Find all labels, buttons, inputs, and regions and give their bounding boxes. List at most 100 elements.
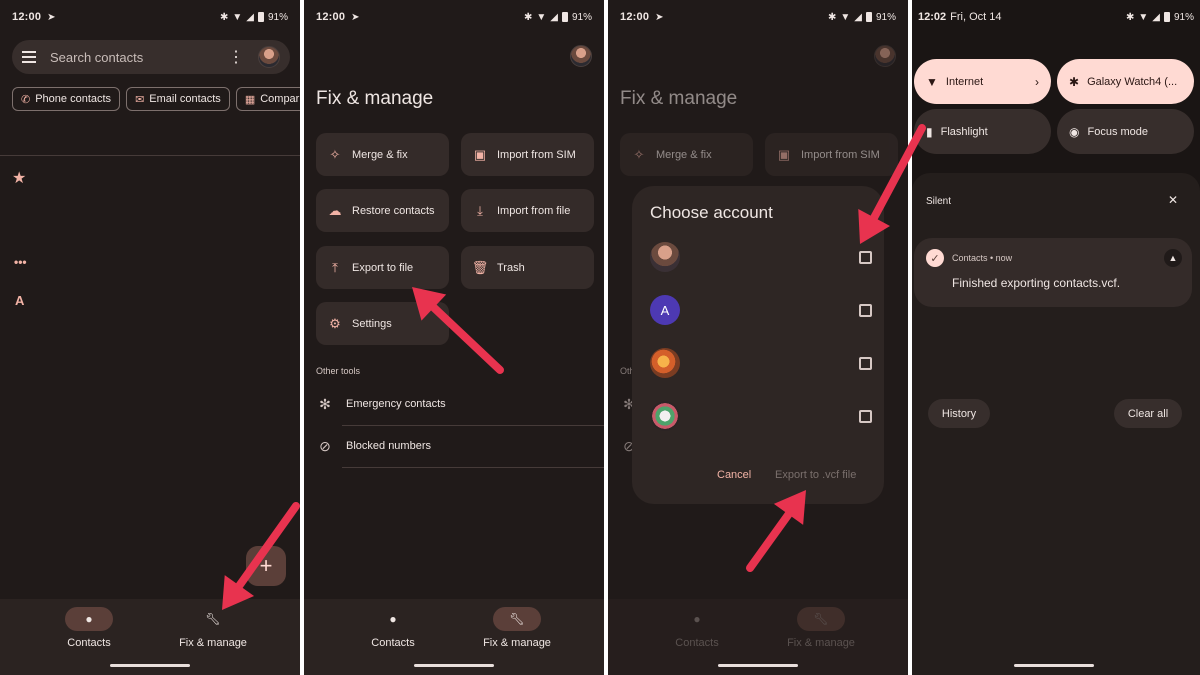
nav-contacts[interactable]: ● Contacts	[44, 607, 134, 649]
focus-mode-tile[interactable]: ◉ Focus mode	[1057, 109, 1194, 154]
home-indicator[interactable]	[110, 664, 190, 667]
internet-tile[interactable]: ▼ Internet ›	[914, 59, 1051, 104]
account-checkbox[interactable]	[859, 250, 872, 264]
add-contact-button[interactable]: +	[246, 546, 286, 586]
nav-label: Fix & manage	[179, 637, 247, 649]
filter-chips: ✆ Phone contacts ✉ Email contacts ▦ Compar	[12, 87, 300, 111]
battery-percent: 91%	[1173, 11, 1194, 23]
choose-account-screen: 12:00 ➤ ✱ ▼ ◢ 91% Fix & manage ✧ Merge & …	[608, 0, 908, 675]
asterisk-icon: ✻	[319, 395, 331, 412]
nav-contacts: ● Contacts	[652, 607, 742, 649]
import-sim-button[interactable]: ▣ Import from SIM	[461, 133, 594, 176]
chip-email-contacts[interactable]: ✉ Email contacts	[126, 87, 230, 111]
account-row[interactable]	[650, 348, 872, 378]
flashlight-tile[interactable]: ▮ Flashlight	[914, 109, 1051, 154]
wrench-icon: 🔧︎	[493, 607, 541, 631]
account-row[interactable]: A	[650, 295, 872, 325]
avatar	[650, 401, 680, 431]
sim-card-icon: ▣	[473, 146, 487, 162]
home-indicator[interactable]	[718, 664, 798, 667]
settings-button[interactable]: ⚙ Settings	[316, 302, 449, 345]
divider	[0, 155, 300, 156]
bluetooth-icon: ✱	[219, 11, 229, 23]
person-icon: ●	[65, 607, 113, 631]
chip-phone-contacts[interactable]: ✆ Phone contacts	[12, 87, 121, 111]
home-indicator[interactable]	[1014, 664, 1094, 667]
download-icon: ⤓	[477, 202, 483, 218]
tile-label: Import from file	[497, 204, 571, 217]
notification-card[interactable]: ✓ Contacts • now Finished exporting cont…	[914, 238, 1192, 307]
wifi-icon: ▼	[926, 74, 938, 89]
tile-label: Merge & fix	[656, 148, 712, 161]
chip-label: Email contacts	[149, 93, 221, 105]
tile-label: Galaxy Watch4 (...	[1087, 75, 1178, 88]
tile-label: Merge & fix	[352, 148, 408, 161]
chip-company[interactable]: ▦ Compar	[235, 87, 300, 111]
telegram-icon: ➤	[351, 11, 360, 23]
phone-icon: ✆	[21, 93, 31, 106]
signal-icon: ◢	[550, 11, 558, 23]
bluetooth-tile[interactable]: ✱ Galaxy Watch4 (...	[1057, 59, 1194, 104]
wifi-icon: ▼	[536, 11, 547, 23]
notification-shade: 12:02 Fri, Oct 14 ✱ ▼ ◢ 91% ▼ Internet › ✱…	[912, 0, 1200, 675]
avatar[interactable]	[570, 45, 592, 67]
tile-label: Import from SIM	[497, 148, 576, 161]
cancel-button[interactable]: Cancel	[717, 469, 751, 481]
trash-button[interactable]: 🗑︎ Trash	[461, 246, 594, 289]
page-title: Fix & manage	[620, 88, 738, 109]
account-checkbox[interactable]	[859, 356, 872, 370]
close-icon[interactable]: ✕	[1168, 193, 1178, 207]
blocked-numbers-item[interactable]: ⊘ Blocked numbers	[316, 427, 604, 465]
account-row[interactable]	[650, 242, 872, 272]
bluetooth-icon: ✱	[1069, 74, 1080, 89]
account-checkbox[interactable]	[859, 409, 872, 423]
chip-label: Compar	[260, 93, 300, 105]
avatar	[650, 242, 680, 272]
more-options-icon[interactable]: ⋮	[228, 47, 244, 67]
nav-fix-manage[interactable]: 🔧︎ Fix & manage	[472, 607, 562, 649]
restore-contacts-button[interactable]: ☁ Restore contacts	[316, 189, 449, 232]
wrench-icon: 🔧︎	[205, 612, 221, 626]
merge-fix-button[interactable]: ✧ Merge & fix	[316, 133, 449, 176]
focus-icon: ◉	[1069, 124, 1080, 139]
search-bar[interactable]: Search contacts ⋮	[12, 40, 290, 74]
divider	[342, 467, 604, 468]
history-button[interactable]: History	[928, 399, 990, 428]
nav-contacts[interactable]: ● Contacts	[348, 607, 438, 649]
tile-label: Internet	[945, 75, 984, 88]
magic-wand-icon: ✧	[329, 146, 341, 162]
battery-percent: 91%	[267, 11, 288, 23]
nav-label: Fix & manage	[787, 637, 855, 649]
account-row[interactable]	[650, 401, 872, 431]
signal-icon: ◢	[1152, 11, 1160, 23]
menu-icon[interactable]	[22, 51, 36, 63]
tile-label: Restore contacts	[352, 204, 435, 217]
account-checkbox[interactable]	[859, 303, 872, 317]
avatar[interactable]	[258, 46, 280, 68]
notification-area: Silent ✕ ✓ Contacts • now Finished expor…	[912, 173, 1200, 675]
tile-label: Trash	[497, 261, 525, 274]
email-icon: ✉	[135, 93, 145, 106]
emergency-contacts-item[interactable]: ✻ Emergency contacts	[316, 385, 604, 423]
export-file-button[interactable]: ⤒ Export to file	[316, 246, 449, 289]
chevron-up-icon[interactable]: ▲	[1164, 249, 1182, 267]
clear-all-button[interactable]: Clear all	[1114, 399, 1182, 428]
status-bar: 12:00 ➤ ✱ ▼ ◢ 91%	[304, 0, 604, 34]
tool-label: Emergency contacts	[346, 398, 446, 410]
nav-fix-manage[interactable]: 🔧︎ Fix & manage	[168, 607, 258, 649]
fix-manage-screen: 12:00 ➤ ✱ ▼ ◢ 91% Fix & manage ✧ Merge & …	[304, 0, 604, 675]
chevron-right-icon: ›	[1035, 74, 1039, 89]
avatar: A	[650, 295, 680, 325]
flashlight-icon: ▮	[926, 124, 933, 139]
other-tools-heading: Other tools	[316, 366, 361, 376]
export-vcf-button[interactable]: Export to .vcf file	[775, 469, 856, 481]
battery-icon	[561, 12, 568, 22]
telegram-icon: ➤	[47, 11, 56, 23]
notification-text: Finished exporting contacts.vcf.	[952, 276, 1121, 290]
import-file-button[interactable]: ⤓ Import from file	[461, 189, 594, 232]
bottom-nav: ● Contacts 🔧︎ Fix & manage	[304, 599, 604, 675]
wifi-icon: ▼	[1138, 11, 1149, 23]
nav-label: Contacts	[67, 637, 111, 649]
search-input[interactable]: Search contacts	[50, 50, 228, 65]
home-indicator[interactable]	[414, 664, 494, 667]
